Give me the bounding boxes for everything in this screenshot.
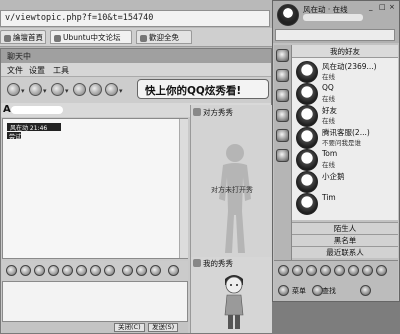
mail-icon[interactable] bbox=[292, 265, 303, 276]
recent-contacts-group[interactable]: 最近联系人 bbox=[292, 246, 398, 258]
desktop-background bbox=[272, 302, 400, 334]
my-show-header: 我的秀秀 bbox=[191, 257, 273, 268]
banner-text: 快上你的QQ炫秀看! bbox=[145, 85, 242, 97]
menu-file[interactable]: 文件 bbox=[7, 65, 23, 76]
format-toolbar bbox=[2, 261, 188, 281]
groups-tab-icon[interactable] bbox=[276, 69, 289, 82]
message-text: 尝试 bbox=[7, 132, 22, 141]
music-icon[interactable] bbox=[320, 265, 331, 276]
show-icon bbox=[193, 259, 201, 267]
favicon-icon bbox=[4, 34, 11, 42]
show-caption: 对方未打开秀 bbox=[211, 186, 253, 194]
history-icon[interactable] bbox=[150, 265, 161, 276]
send-button[interactable]: 发送(S) bbox=[148, 323, 179, 332]
close-button[interactable]: 关闭(C) bbox=[114, 323, 145, 332]
my-avatar-figure bbox=[224, 275, 244, 329]
chat-title: 聊天中 bbox=[7, 52, 31, 61]
remote-assist-icon[interactable] bbox=[89, 83, 102, 96]
qq-header: 风在动 · 在线 _ □ × bbox=[273, 1, 399, 43]
contact-row[interactable]: Tim bbox=[292, 190, 396, 220]
chat-menu-bar: 文件 设置 工具 bbox=[1, 63, 271, 77]
contact-initial: A bbox=[3, 104, 11, 115]
chevron-down-icon[interactable]: ▾ bbox=[65, 87, 69, 95]
app-box-icon[interactable] bbox=[376, 265, 387, 276]
chevron-down-icon[interactable]: ▾ bbox=[43, 87, 47, 95]
chevron-down-icon[interactable]: ▾ bbox=[119, 87, 123, 95]
search-label[interactable]: 查找 bbox=[322, 286, 336, 296]
avatar-silhouette-icon bbox=[219, 144, 251, 253]
address-bar[interactable]: v/viewtopic.php?f=10&t=154740 bbox=[0, 10, 270, 27]
emoticon-icon[interactable] bbox=[20, 265, 31, 276]
gift-icon[interactable] bbox=[122, 265, 133, 276]
music-icon[interactable] bbox=[90, 265, 101, 276]
browser-tab-welcome[interactable]: 歡迎全免 bbox=[136, 30, 192, 44]
status-icon[interactable] bbox=[360, 285, 371, 296]
live-icon[interactable] bbox=[362, 265, 373, 276]
message-history[interactable]: 风在动 21:46 尝试 bbox=[2, 118, 188, 259]
maximize-button[interactable]: □ bbox=[379, 3, 386, 11]
voice-message-icon[interactable] bbox=[62, 265, 73, 276]
qq-main-window: 风在动 · 在线 _ □ × 我的好友 风在动(2369...) 在线 QQ 在线 … bbox=[272, 0, 400, 302]
contact-avatar bbox=[296, 193, 318, 215]
screenshot-icon[interactable] bbox=[104, 265, 115, 276]
user-signature[interactable] bbox=[303, 14, 363, 21]
file-transfer-icon[interactable] bbox=[51, 83, 64, 96]
video-icon[interactable] bbox=[7, 83, 20, 96]
strangers-group[interactable]: 陌生人 bbox=[292, 222, 398, 234]
friends-group-header[interactable]: 我的好友 bbox=[292, 45, 398, 58]
my-show-pane: 我的秀秀 bbox=[190, 257, 273, 333]
shake-icon[interactable] bbox=[48, 265, 59, 276]
show-icon bbox=[193, 108, 201, 116]
contact-list: 风在动(2369...) 在线 QQ 在线 好友 在线 腾讯客服(2...) 不要问我是… bbox=[292, 58, 398, 220]
chat-title-bar[interactable]: 聊天中 bbox=[1, 49, 271, 63]
voice-icon[interactable] bbox=[29, 83, 42, 96]
qq-show-banner[interactable]: 快上你的QQ炫秀看! bbox=[137, 79, 269, 99]
contacts-tab-icon[interactable] bbox=[276, 49, 289, 62]
message-sender: 风在动 21:46 bbox=[7, 123, 61, 132]
blacklist-group[interactable]: 黑名单 bbox=[292, 234, 398, 246]
browser-tab-strip: 論壇首頁 Ubuntu中文论坛 歡迎全免 bbox=[0, 28, 272, 47]
favicon-icon bbox=[54, 34, 61, 42]
mail-tab-icon[interactable] bbox=[276, 109, 289, 122]
contact-show-pane: 对方秀秀 对方未打开秀 bbox=[190, 105, 273, 257]
message-scrollbar[interactable] bbox=[179, 119, 188, 258]
qzone-tab-icon[interactable] bbox=[276, 89, 289, 102]
image-icon[interactable] bbox=[76, 265, 87, 276]
mobile-tab-icon[interactable] bbox=[276, 149, 289, 162]
chat-window: 聊天中 文件 设置 工具 ▾ ▾ ▾ ▾ 快上你的QQ炫秀看! A 风在动 21… bbox=[0, 48, 273, 334]
user-avatar[interactable] bbox=[277, 4, 299, 26]
search-icon[interactable] bbox=[312, 285, 323, 296]
close-window-button[interactable]: × bbox=[389, 3, 395, 11]
game-icon[interactable] bbox=[334, 265, 345, 276]
font-icon[interactable] bbox=[6, 265, 17, 276]
magic-emoticon-icon[interactable] bbox=[34, 265, 45, 276]
options-icon[interactable] bbox=[168, 265, 179, 276]
chevron-down-icon[interactable]: ▾ bbox=[21, 87, 25, 95]
browser-tab-ubuntu[interactable]: Ubuntu中文论坛 bbox=[50, 30, 132, 44]
browser-tab-forum-home[interactable]: 論壇首頁 bbox=[0, 30, 46, 44]
recent-tab-icon[interactable] bbox=[276, 129, 289, 142]
minimize-button[interactable]: _ bbox=[369, 3, 373, 11]
contact-name-redacted bbox=[11, 106, 63, 114]
contact-show-header: 对方秀秀 bbox=[191, 107, 273, 118]
qq-bottom-toolbar: 菜单 查找 bbox=[274, 260, 398, 301]
qq-side-tabs bbox=[274, 45, 292, 260]
note-icon[interactable] bbox=[136, 265, 147, 276]
group-chat-icon[interactable] bbox=[73, 83, 86, 96]
favicon-icon bbox=[140, 34, 147, 42]
wallet-icon[interactable] bbox=[306, 265, 317, 276]
message-input[interactable] bbox=[2, 281, 188, 322]
qzone-icon[interactable] bbox=[278, 265, 289, 276]
contact-search-input[interactable] bbox=[275, 29, 395, 41]
menu-tools[interactable]: 工具 bbox=[53, 65, 69, 76]
address-text: v/viewtopic.php?f=10&t=154740 bbox=[5, 13, 154, 23]
menu-label[interactable]: 菜单 bbox=[292, 286, 306, 296]
menu-icon[interactable] bbox=[278, 285, 289, 296]
apps-icon[interactable] bbox=[105, 83, 118, 96]
chat-action-bar: 关闭(C) 发送(S) bbox=[2, 322, 188, 333]
menu-settings[interactable]: 设置 bbox=[29, 65, 45, 76]
pet-icon[interactable] bbox=[348, 265, 359, 276]
